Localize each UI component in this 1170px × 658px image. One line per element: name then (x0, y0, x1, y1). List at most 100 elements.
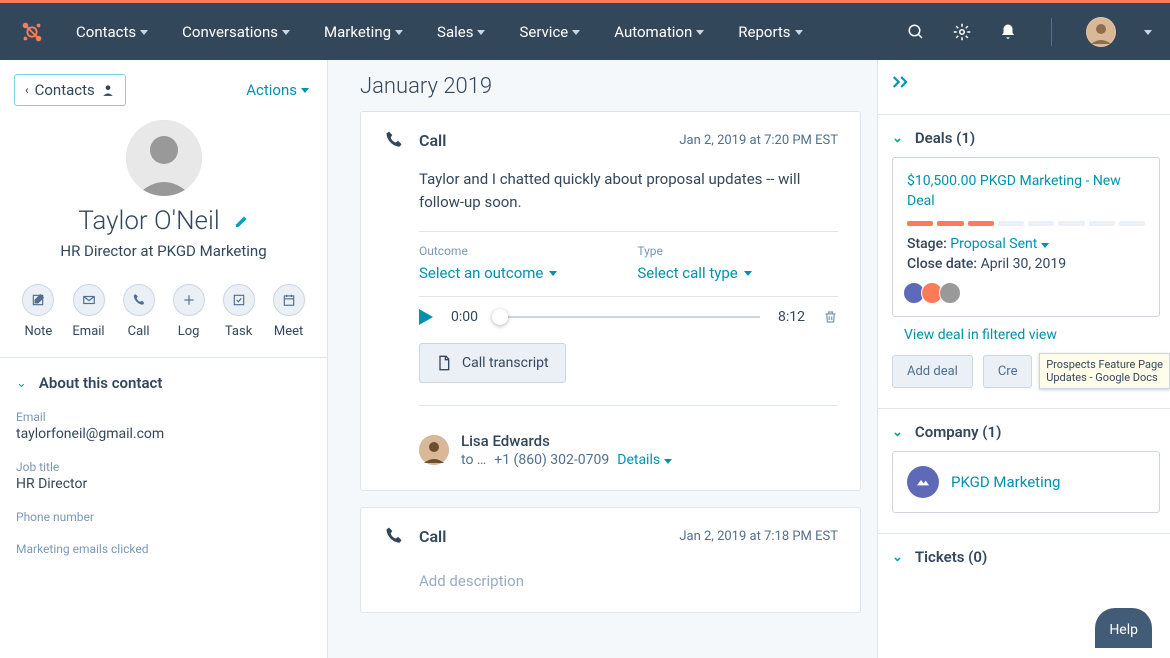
company-name-link[interactable]: PKGD Marketing (951, 473, 1060, 491)
chevron-down-icon (744, 271, 752, 276)
player-current-time: 0:00 (451, 309, 478, 325)
actions-dropdown[interactable]: Actions (246, 81, 309, 99)
expand-chevrons-icon[interactable] (892, 74, 912, 90)
search-icon[interactable] (907, 23, 925, 41)
call-card: Call Jan 2, 2019 at 7:20 PM EST Taylor a… (360, 111, 861, 491)
call-card: Call Jan 2, 2019 at 7:18 PM EST Add desc… (360, 507, 861, 613)
deal-associated-avatars (907, 282, 1145, 304)
email-action[interactable]: Email (72, 284, 104, 339)
close-date-value: April 30, 2019 (981, 256, 1066, 272)
stage-label: Stage: (907, 236, 947, 252)
deals-section-toggle[interactable]: ⌄ Deals (1) (892, 129, 1160, 147)
chevron-down-icon (572, 30, 580, 35)
phone-icon (383, 130, 405, 150)
call-timestamp: Jan 2, 2019 at 7:20 PM EST (679, 133, 838, 148)
divider (419, 231, 838, 232)
company-section-toggle[interactable]: ⌄ Company (1) (892, 423, 1160, 441)
caller-avatar (419, 435, 449, 465)
person-icon (101, 83, 115, 97)
tickets-section-toggle[interactable]: ⌄ Tickets (0) (892, 548, 1160, 566)
outcome-label: Outcome (419, 244, 557, 258)
nav-conversations[interactable]: Conversations (182, 23, 290, 41)
field-value-jobtitle[interactable]: HR Director (16, 476, 305, 492)
player-total-time: 8:12 (778, 309, 805, 325)
nav-contacts[interactable]: Contacts (76, 23, 148, 41)
note-action[interactable]: Note (22, 284, 54, 339)
company-icon (907, 466, 939, 498)
contact-sidebar: ‹ Contacts Actions Taylor O'Neil HR Dire… (0, 60, 328, 658)
divider (1051, 18, 1052, 46)
call-title: Call (419, 527, 446, 546)
divider (878, 533, 1170, 534)
nav-reports[interactable]: Reports (738, 23, 802, 41)
chevron-down-icon (395, 30, 403, 35)
note-icon (31, 293, 45, 307)
plus-icon (182, 293, 196, 307)
call-action[interactable]: Call (123, 284, 155, 339)
nav-automation[interactable]: Automation (614, 23, 704, 41)
outcome-select[interactable]: Select an outcome (419, 264, 557, 282)
task-icon (232, 293, 246, 307)
chevron-down-icon[interactable] (1144, 30, 1152, 35)
chevron-down-icon (1041, 243, 1049, 248)
details-dropdown[interactable]: Details (617, 452, 671, 468)
timeline-month: January 2019 (360, 60, 861, 111)
deal-card[interactable]: $10,500.00 PKGD Marketing - New Deal Sta… (892, 157, 1160, 317)
help-button[interactable]: Help (1095, 608, 1152, 648)
chevron-down-icon: ⌄ (892, 550, 903, 565)
field-value-email[interactable]: taylorfoneil@gmail.com (16, 426, 305, 442)
chevron-down-icon (301, 88, 309, 93)
divider (878, 114, 1170, 115)
breadcrumb-contacts[interactable]: ‹ Contacts (14, 74, 126, 106)
hubspot-logo-icon (18, 18, 46, 46)
delete-trash-icon[interactable] (823, 309, 838, 325)
deal-name[interactable]: $10,500.00 PKGD Marketing - New Deal (907, 172, 1145, 211)
contact-name: Taylor O'Neil (78, 206, 219, 236)
contact-subtitle: HR Director at PKGD Marketing (0, 242, 327, 260)
phone-icon (383, 526, 405, 546)
divider (419, 405, 838, 406)
stage-select[interactable]: Proposal Sent (950, 236, 1049, 252)
add-deal-button[interactable]: Add deal (892, 355, 973, 388)
view-deal-link[interactable]: View deal in filtered view (904, 327, 1160, 343)
log-action[interactable]: Log (173, 284, 205, 339)
chevron-down-icon: ⌄ (16, 376, 27, 391)
type-select[interactable]: Select call type (637, 264, 751, 282)
close-date-label: Close date: (907, 256, 977, 272)
call-title: Call (419, 131, 446, 150)
browser-tooltip: Prospects Feature Page Updates - Google … (1039, 353, 1170, 389)
notifications-bell-icon[interactable] (999, 23, 1017, 41)
email-icon (82, 293, 96, 307)
chevron-down-icon (477, 30, 485, 35)
chevron-down-icon (549, 271, 557, 276)
play-button-icon[interactable] (419, 309, 433, 325)
call-transcript-button[interactable]: Call transcript (419, 343, 566, 383)
avatar-icon (939, 282, 961, 304)
chevron-down-icon (282, 30, 290, 35)
player-track[interactable] (496, 316, 760, 318)
chevron-down-icon (696, 30, 704, 35)
player-thumb[interactable] (492, 309, 508, 325)
caller-to-prefix: to … (461, 452, 486, 468)
document-icon (436, 354, 452, 372)
settings-gear-icon[interactable] (953, 23, 971, 41)
nav-sales[interactable]: Sales (437, 23, 485, 41)
nav-marketing[interactable]: Marketing (324, 23, 403, 41)
task-action[interactable]: Task (223, 284, 255, 339)
field-label-jobtitle: Job title (16, 460, 305, 474)
chevron-down-icon (664, 459, 672, 464)
type-label: Type (637, 244, 751, 258)
divider (419, 296, 838, 297)
create-button[interactable]: Cre (983, 355, 1033, 388)
call-timestamp: Jan 2, 2019 at 7:18 PM EST (679, 529, 838, 544)
meet-action[interactable]: Meet (273, 284, 305, 339)
chevron-down-icon (795, 30, 803, 35)
call-description[interactable]: Taylor and I chatted quickly about propo… (419, 168, 838, 213)
caller-name: Lisa Edwards (461, 432, 672, 450)
user-avatar[interactable] (1086, 17, 1116, 47)
company-card[interactable]: PKGD Marketing (892, 451, 1160, 513)
edit-pencil-icon[interactable] (234, 214, 249, 229)
about-section-toggle[interactable]: ⌄ About this contact (16, 374, 305, 392)
nav-service[interactable]: Service (519, 23, 580, 41)
call-description-placeholder[interactable]: Add description (419, 572, 838, 590)
